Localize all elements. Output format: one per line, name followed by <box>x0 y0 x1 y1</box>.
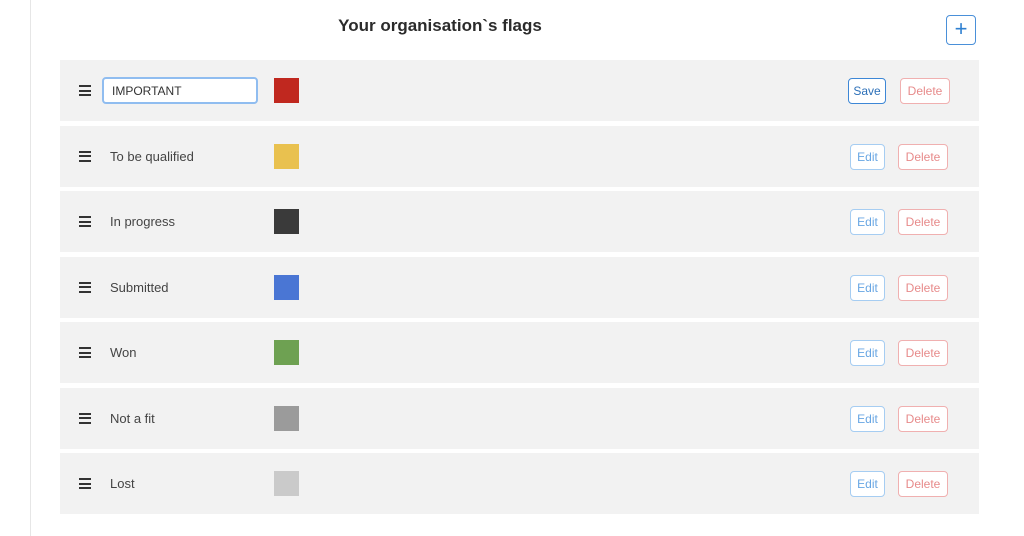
drag-handle-icon[interactable] <box>79 281 91 293</box>
add-flag-button[interactable]: + <box>946 15 976 45</box>
edit-button[interactable]: Edit <box>850 209 885 235</box>
edit-button[interactable]: Edit <box>850 143 885 170</box>
flag-name: Submitted <box>110 279 169 295</box>
drag-handle-icon[interactable] <box>79 347 91 358</box>
flag-name: Lost <box>110 476 135 491</box>
delete-button[interactable]: Delete <box>898 471 948 497</box>
flag-name: Not a fit <box>110 410 155 426</box>
flag-row: Save Delete <box>60 60 979 121</box>
flag-name: In progress <box>110 214 176 229</box>
flag-name: To be qualified <box>110 148 194 164</box>
flag-color-swatch <box>274 471 299 496</box>
edit-button[interactable]: Edit <box>850 471 885 497</box>
delete-button[interactable]: Delete <box>898 209 948 235</box>
flag-row: In progress Edit Delete <box>60 191 979 252</box>
flag-color-swatch <box>274 405 299 431</box>
flag-color-swatch <box>274 143 299 169</box>
flag-color-swatch <box>274 340 299 365</box>
delete-button[interactable]: Delete <box>898 274 948 301</box>
flag-name-input[interactable] <box>102 77 258 104</box>
edit-button[interactable]: Edit <box>850 405 885 432</box>
drag-handle-icon[interactable] <box>79 412 91 424</box>
drag-handle-icon[interactable] <box>79 150 91 162</box>
flag-row: To be qualified Edit Delete <box>60 125 979 187</box>
flag-row: Won Edit Delete <box>60 322 979 383</box>
save-button[interactable]: Save <box>848 78 886 104</box>
flag-color-swatch <box>274 274 299 300</box>
flag-name: Won <box>110 345 137 360</box>
drag-handle-icon[interactable] <box>79 85 91 96</box>
flag-row: Lost Edit Delete <box>60 453 979 514</box>
page-title: Your organisation`s flags <box>338 16 542 35</box>
flag-color-swatch <box>274 209 299 234</box>
flag-color-swatch[interactable] <box>274 78 299 103</box>
edit-button[interactable]: Edit <box>850 340 885 366</box>
edit-button[interactable]: Edit <box>850 274 885 301</box>
drag-handle-icon[interactable] <box>79 216 91 227</box>
delete-button[interactable]: Delete <box>900 78 950 104</box>
delete-button[interactable]: Delete <box>898 340 948 366</box>
drag-handle-icon[interactable] <box>79 478 91 489</box>
delete-button[interactable]: Delete <box>898 143 948 170</box>
flag-row: Not a fit Edit Delete <box>60 387 979 449</box>
panel-left-border <box>30 0 31 536</box>
delete-button[interactable]: Delete <box>898 405 948 432</box>
flag-list: Save Delete To be qualified Edit Delete … <box>60 60 979 519</box>
flag-row: Submitted Edit Delete <box>60 256 979 318</box>
